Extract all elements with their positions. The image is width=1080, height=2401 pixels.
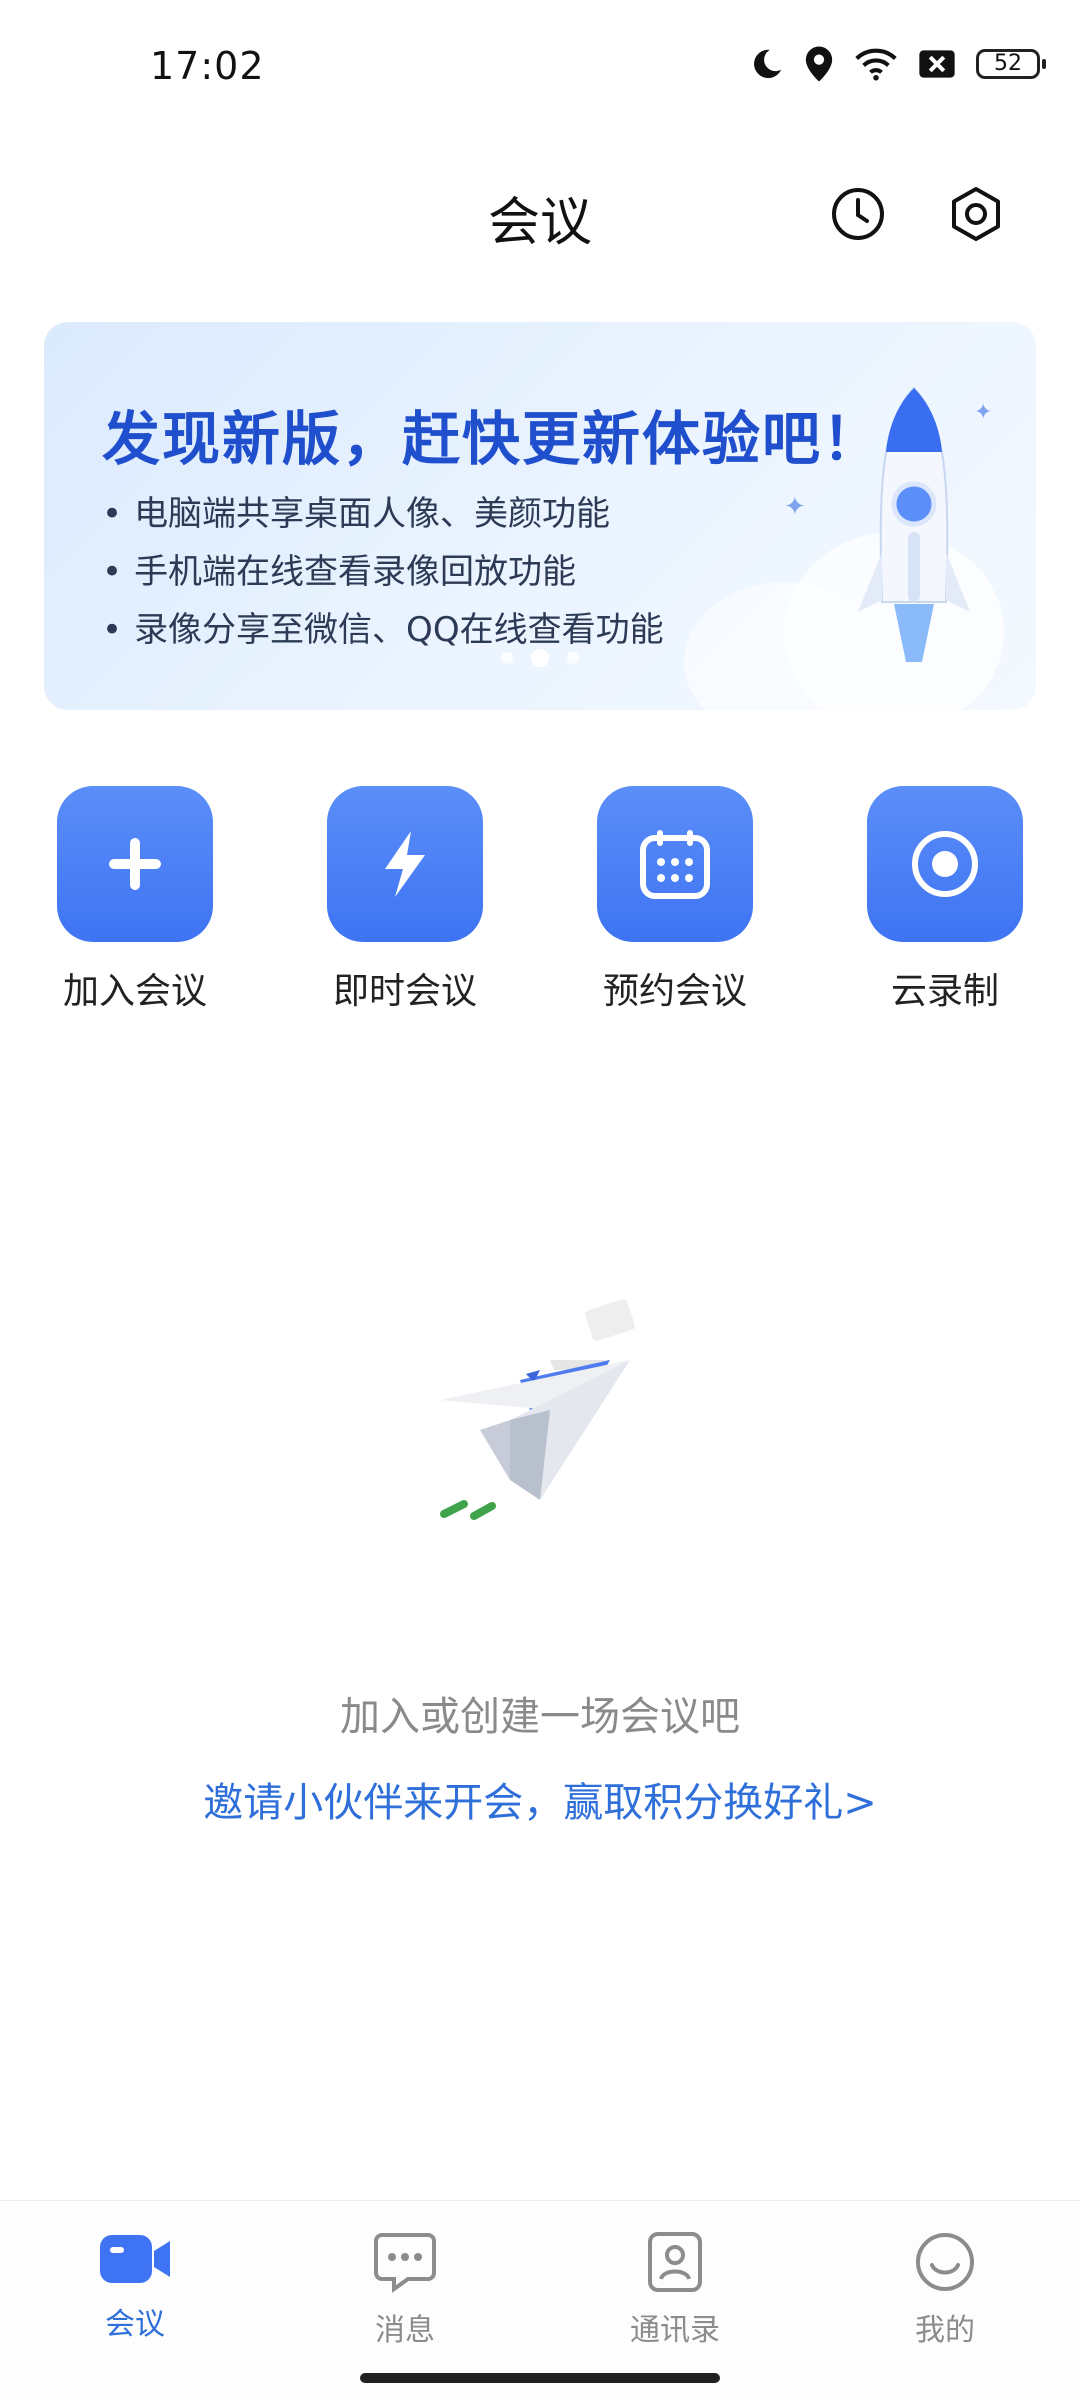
sparkle-icon: ✦ bbox=[974, 400, 993, 425]
nav-label: 我的 bbox=[915, 2313, 975, 2348]
record-icon bbox=[912, 831, 978, 897]
schedule-meeting-label: 预约会议 bbox=[602, 971, 747, 1012]
carousel-indicator bbox=[44, 649, 1036, 667]
carousel-dot-active bbox=[531, 649, 549, 667]
clock-icon bbox=[832, 188, 884, 240]
status-bar: 17:02 52 bbox=[0, 0, 1080, 130]
sparkle-icon: ✦ bbox=[784, 492, 806, 522]
page-title: 会议 bbox=[487, 193, 592, 253]
status-icons: 52 bbox=[750, 42, 1046, 86]
nav-label: 通讯录 bbox=[630, 2313, 720, 2348]
rocket-illustration bbox=[844, 382, 984, 676]
join-meeting-label: 加入会议 bbox=[62, 971, 207, 1012]
location-icon bbox=[804, 45, 834, 83]
cloud-record-label: 云录制 bbox=[890, 971, 999, 1012]
invite-reward-link[interactable]: 邀请小伙伴来开会，赢取积分换好礼> bbox=[0, 1770, 1080, 1828]
home-indicator[interactable] bbox=[360, 2373, 720, 2383]
nav-item-meeting[interactable]: 会议 bbox=[35, 2231, 235, 2343]
empty-state-message: 加入或创建一场会议吧 bbox=[340, 1694, 740, 1740]
banner-bullet: 手机端在线查看录像回放功能 bbox=[102, 544, 576, 593]
wifi-icon bbox=[854, 47, 898, 81]
nav-label: 消息 bbox=[375, 2313, 435, 2348]
instant-meeting-label: 即时会议 bbox=[332, 971, 477, 1012]
nav-item-messages[interactable]: 消息 bbox=[305, 2231, 505, 2349]
moon-icon bbox=[750, 47, 784, 81]
nav-item-contacts[interactable]: 通讯录 bbox=[575, 2231, 775, 2349]
settings-button[interactable] bbox=[946, 184, 1006, 244]
sim-disabled-icon bbox=[918, 49, 956, 79]
banner-title: 发现新版，赶快更新体验吧！ bbox=[102, 405, 883, 473]
hexagon-settings-icon bbox=[952, 187, 1000, 241]
banner-bullet: 电脑端共享桌面人像、美颜功能 bbox=[102, 486, 610, 535]
instant-meeting-button[interactable] bbox=[327, 786, 483, 942]
status-time: 17:02 bbox=[150, 44, 265, 88]
history-button[interactable] bbox=[828, 184, 888, 244]
smiley-icon bbox=[916, 2233, 974, 2291]
chat-bubble-icon bbox=[374, 2233, 436, 2293]
join-meeting-button[interactable] bbox=[57, 786, 213, 942]
plus-icon bbox=[109, 838, 161, 890]
battery-icon: 52 bbox=[976, 49, 1046, 79]
contact-card-icon bbox=[648, 2232, 702, 2292]
carousel-dot bbox=[567, 652, 579, 664]
schedule-meeting-button[interactable] bbox=[597, 786, 753, 942]
banner-bullet: 录像分享至微信、QQ在线查看功能 bbox=[102, 602, 664, 651]
paper-plane-illustration bbox=[430, 1299, 650, 1544]
lightning-icon bbox=[385, 831, 425, 897]
cloud-record-button[interactable] bbox=[867, 786, 1023, 942]
bottom-nav: 会议 消息 通讯录 我的 bbox=[0, 2200, 1080, 2401]
nav-label: 会议 bbox=[105, 2307, 165, 2342]
video-camera-icon bbox=[100, 2235, 170, 2283]
nav-item-me[interactable]: 我的 bbox=[845, 2231, 1045, 2349]
calendar-icon bbox=[640, 830, 710, 899]
carousel-dot bbox=[501, 652, 513, 664]
update-banner[interactable]: 发现新版，赶快更新体验吧！ 电脑端共享桌面人像、美颜功能 手机端在线查看录像回放… bbox=[44, 322, 1036, 710]
